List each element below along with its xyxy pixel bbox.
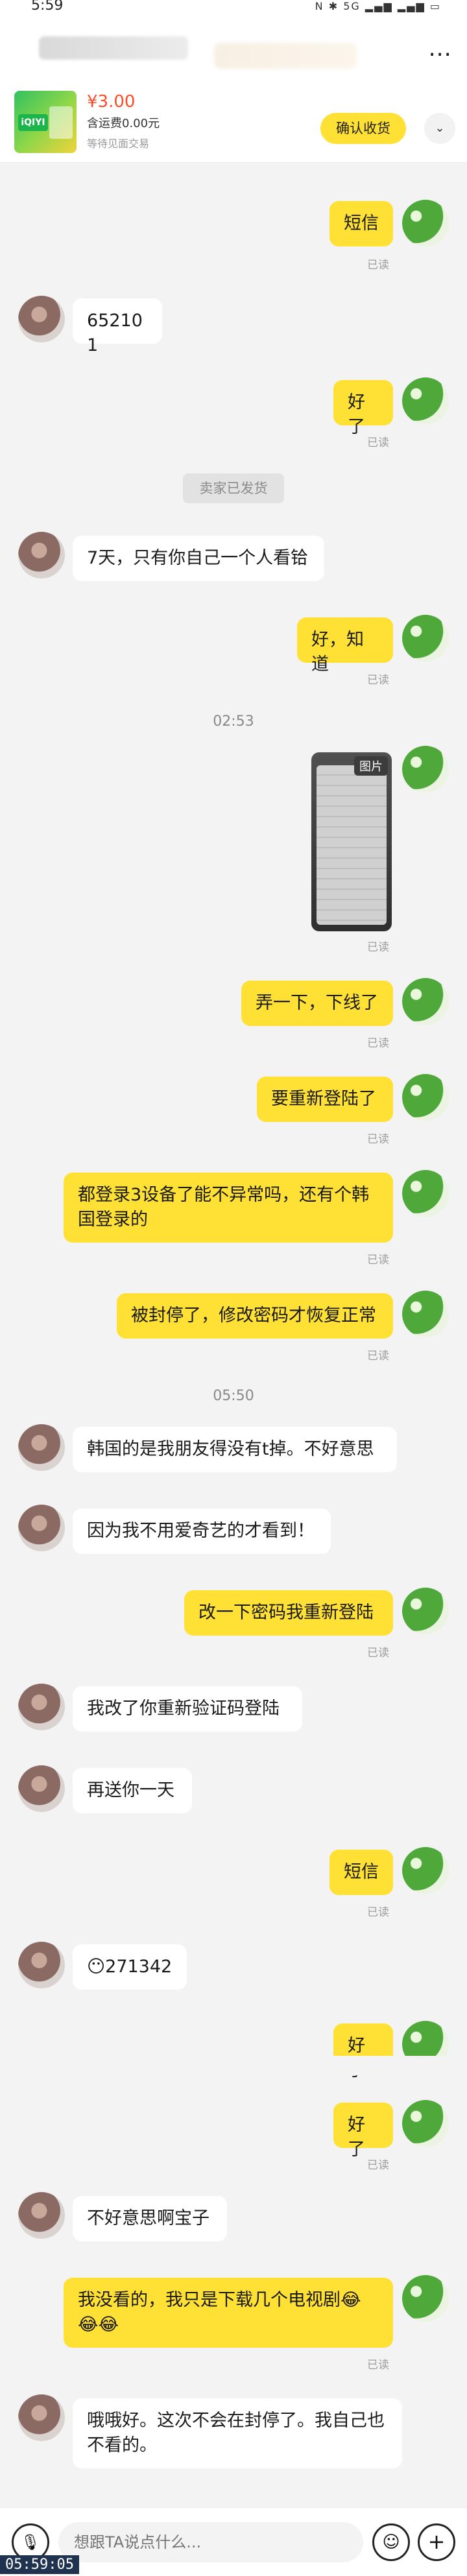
contact-avatar[interactable] [18, 1424, 65, 1471]
read-receipt: 已读 [367, 941, 389, 954]
screenshot-stitch-gap [0, 2056, 467, 2075]
plus-icon[interactable]: + [418, 2523, 455, 2561]
screenshot-preview [317, 765, 387, 925]
my-avatar[interactable] [402, 978, 449, 1025]
message-bubble-other[interactable]: 再送你一天 [73, 1768, 192, 1813]
read-receipt: 已读 [367, 1037, 389, 1050]
contact-avatar[interactable] [18, 2394, 65, 2441]
product-brand-label: iQIYI [18, 114, 48, 131]
message-bubble-other[interactable]: 7天，只有你自己一个人看铪 [73, 536, 324, 581]
message-bubble-mine[interactable]: 被封停了，修改密码才恢复正常 [117, 1293, 393, 1339]
my-avatar[interactable] [402, 1588, 449, 1634]
system-notice-shipped: 卖家已发货 [183, 473, 284, 503]
status-icons: N ✱ 5G ▂▄▆ ▂▄▆ ▭ [315, 0, 441, 12]
read-receipt: 已读 [367, 1254, 389, 1267]
my-avatar[interactable] [402, 200, 449, 246]
contact-avatar[interactable] [18, 2192, 65, 2239]
read-receipt: 已读 [367, 1350, 389, 1363]
contact-avatar[interactable] [18, 1765, 65, 1812]
emoji-icon[interactable]: ☺ [372, 2523, 410, 2561]
message-bubble-mine[interactable]: 都登录3设备了能不异常吗，还有个韩国登录的 [64, 1173, 393, 1243]
expand-chevron-icon[interactable]: ⌄ [424, 113, 455, 144]
product-card-graphic [49, 106, 73, 139]
message-input[interactable] [58, 2522, 363, 2562]
message-bubble-other[interactable]: 😶271342 [73, 1944, 187, 1990]
message-bubble-mine[interactable]: 好了 [333, 2103, 393, 2160]
my-avatar[interactable] [402, 1074, 449, 1121]
timestamp-divider: 02:53 [213, 713, 254, 730]
message-bubble-mine[interactable]: 要重新登陆了 [257, 1077, 393, 1122]
status-bar: 5:59 N ✱ 5G ▂▄▆ ▂▄▆ ▭ [0, 0, 467, 17]
my-avatar[interactable] [402, 1170, 449, 1217]
read-receipt: 已读 [367, 2159, 389, 2172]
blurred-contact-name [39, 36, 188, 60]
my-avatar[interactable] [402, 2275, 449, 2322]
my-avatar[interactable] [402, 746, 449, 793]
image-tag: 图片 [354, 756, 388, 776]
message-bubble-other[interactable]: 652101 [73, 298, 162, 355]
message-bubble-other[interactable]: 不好意思啊宝子 [73, 2196, 227, 2241]
contact-avatar[interactable] [18, 1942, 65, 1988]
my-avatar[interactable] [402, 1291, 449, 1337]
my-avatar[interactable] [402, 377, 449, 424]
message-bubble-mine[interactable]: 短信 [329, 201, 393, 246]
read-receipt: 已读 [367, 1133, 389, 1146]
message-bubble-other[interactable]: 因为我不用爱奇艺的才看到！ [73, 1509, 331, 1554]
message-bubble-mine[interactable]: 好了 [333, 380, 393, 437]
order-status: 等待见面交易 [87, 137, 150, 150]
more-options-icon[interactable]: ⋯ [428, 43, 451, 66]
my-avatar[interactable] [402, 2100, 449, 2147]
read-receipt: 已读 [367, 436, 389, 449]
read-receipt: 已读 [367, 259, 389, 272]
status-time: 5:59 [31, 0, 64, 14]
blurred-header-info [214, 43, 357, 69]
message-bubble-mine[interactable]: 好，知道 [297, 617, 393, 674]
read-receipt: 已读 [367, 2359, 389, 2372]
message-bubble-other[interactable]: 哦哦好。这次不会在封停了。我自己也不看的。 [73, 2398, 402, 2468]
message-bubble-mine[interactable]: 改一下密码我重新登陆 [184, 1590, 393, 1636]
message-bubble-mine[interactable]: 短信 [329, 1850, 393, 1895]
order-shipping: 含运费0.00元 [87, 117, 160, 130]
read-receipt: 已读 [367, 1647, 389, 1660]
chat-header: ⋯ [0, 17, 467, 78]
confirm-receipt-button[interactable]: 确认收货 [320, 113, 406, 144]
my-avatar[interactable] [402, 1847, 449, 1894]
contact-avatar[interactable] [18, 532, 65, 578]
read-receipt: 已读 [367, 674, 389, 687]
product-thumbnail[interactable]: iQIYI [14, 91, 77, 153]
order-price: ¥3.00 [87, 92, 136, 112]
image-message[interactable]: 图片 [311, 752, 392, 931]
message-bubble-other[interactable]: 我改了你重新验证码登陆 [73, 1686, 302, 1732]
timestamp-divider: 05:50 [213, 1388, 254, 1404]
order-summary-bar[interactable]: iQIYI ¥3.00 含运费0.00元 等待见面交易 确认收货 ⌄ [0, 78, 467, 163]
message-bubble-other[interactable]: 韩国的是我朋友得没有t掉。不好意思 [73, 1427, 397, 1472]
read-receipt: 已读 [367, 1906, 389, 1919]
contact-avatar[interactable] [18, 296, 65, 342]
message-bubble-mine[interactable]: 我没看的，我只是下载几个电视剧😂😂😂 [64, 2278, 393, 2348]
contact-avatar[interactable] [18, 1684, 65, 1730]
contact-avatar[interactable] [18, 1505, 65, 1551]
my-avatar[interactable] [402, 615, 449, 662]
message-bubble-mine[interactable]: 弄一下，下线了 [241, 981, 393, 1026]
screen-recording-timer: 05:59:05 [0, 2555, 79, 2574]
